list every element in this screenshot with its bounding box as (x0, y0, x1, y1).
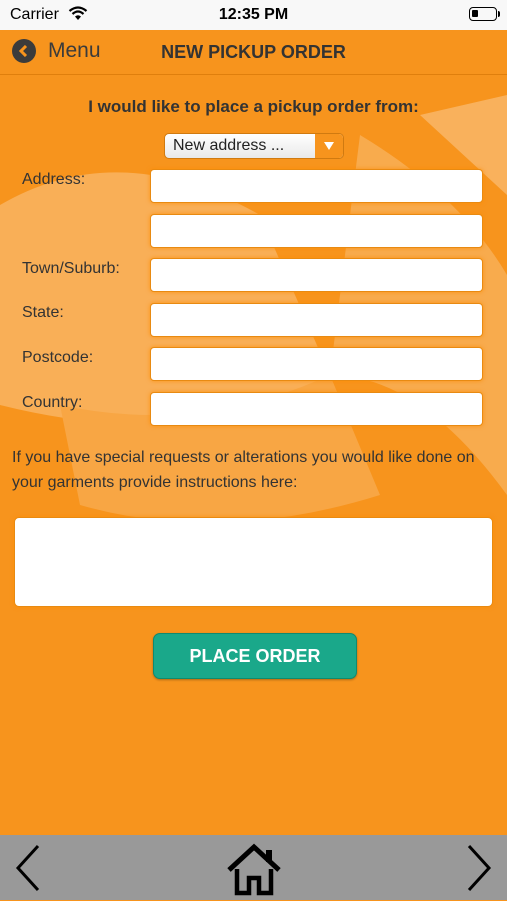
bottom-toolbar (0, 835, 507, 900)
postcode-input[interactable] (150, 347, 483, 381)
address-select[interactable]: New address ... (164, 133, 344, 159)
clock: 12:35 PM (218, 6, 289, 23)
chevron-left-icon[interactable] (10, 843, 46, 898)
town-input[interactable] (150, 258, 483, 292)
chevron-right-icon[interactable] (461, 843, 497, 898)
status-bar: Carrier 12:35 PM (0, 0, 507, 30)
battery-icon (469, 7, 500, 21)
country-input[interactable] (150, 392, 483, 426)
state-input[interactable] (150, 303, 483, 337)
address-select-value: New address ... (173, 137, 285, 154)
home-icon[interactable] (225, 842, 283, 901)
postcode-label: Postcode: (22, 349, 94, 366)
place-order-button[interactable]: PLACE ORDER (153, 633, 357, 679)
form-heading: I would like to place a pickup order fro… (88, 97, 419, 116)
address-line2-input[interactable] (150, 214, 483, 248)
state-label: State: (22, 304, 64, 321)
country-label: Country: (22, 394, 83, 411)
navigation-bar: Menu NEW PICKUP ORDER (0, 30, 507, 75)
address-line1-input[interactable] (150, 169, 483, 203)
pickup-order-form: I would like to place a pickup order fro… (0, 75, 507, 835)
address-label: Address: (22, 171, 86, 188)
dropdown-arrow-icon (315, 134, 343, 158)
town-label: Town/Suburb: (22, 260, 120, 277)
page-title: NEW PICKUP ORDER (161, 42, 346, 62)
instructions-textarea[interactable] (14, 517, 493, 607)
instructions-note: If you have special requests or alterati… (12, 449, 475, 491)
